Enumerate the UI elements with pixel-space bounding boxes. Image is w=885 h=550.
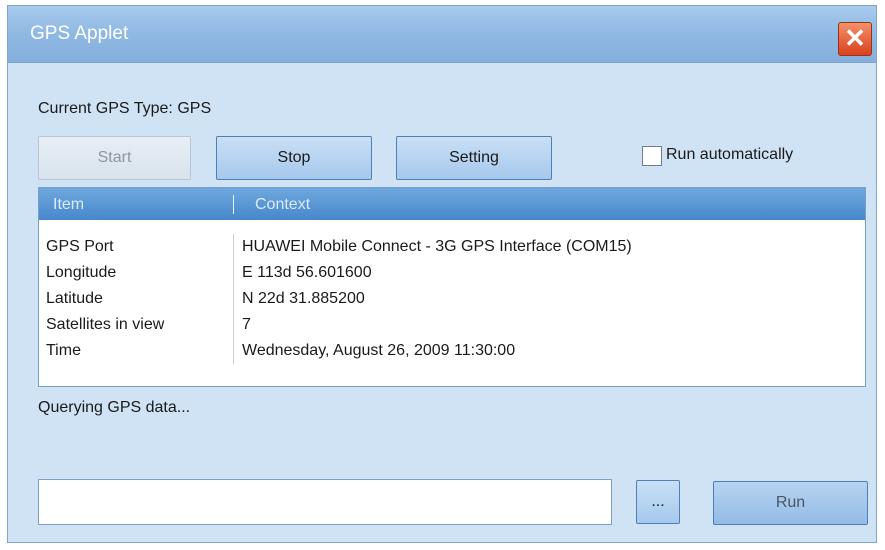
column-header-item[interactable]: Item [53, 196, 84, 214]
table-row[interactable]: Longitude E 113d 56.601600 [39, 260, 865, 286]
browse-button[interactable]: ... [636, 480, 680, 524]
command-input[interactable] [38, 479, 612, 525]
title-bar[interactable]: GPS Applet ✕ [8, 6, 876, 63]
row-context: HUAWEI Mobile Connect - 3G GPS Interface… [242, 238, 632, 255]
table-row[interactable]: Latitude N 22d 31.885200 [39, 286, 865, 312]
gps-info-list[interactable]: Item Context GPS Port HUAWEI Mobile Conn… [38, 187, 866, 387]
table-row[interactable]: GPS Port HUAWEI Mobile Connect - 3G GPS … [39, 234, 865, 260]
table-row[interactable]: Satellites in view 7 [39, 312, 865, 338]
setting-button[interactable]: Setting [396, 136, 552, 180]
checkbox-box[interactable] [642, 146, 662, 166]
stop-button[interactable]: Stop [216, 136, 372, 180]
current-gps-type-label: Current GPS Type: GPS [38, 100, 212, 117]
row-item: GPS Port [39, 234, 234, 260]
row-item: Latitude [39, 286, 234, 312]
row-context: E 113d 56.601600 [242, 264, 372, 281]
column-header-context[interactable]: Context [255, 196, 310, 214]
gps-applet-window: GPS Applet ✕ Current GPS Type: GPS Start… [7, 5, 877, 543]
close-icon[interactable]: ✕ [838, 22, 872, 56]
row-item: Satellites in view [39, 312, 234, 338]
column-divider[interactable] [233, 195, 234, 214]
run-automatically-label: Run automatically [666, 146, 794, 163]
row-context: 7 [242, 316, 251, 333]
row-context: Wednesday, August 26, 2009 11:30:00 [242, 342, 516, 359]
table-row[interactable]: Time Wednesday, August 26, 2009 11:30:00 [39, 338, 865, 364]
row-item: Longitude [39, 260, 234, 286]
row-context: N 22d 31.885200 [242, 290, 365, 307]
list-header: Item Context [39, 188, 865, 220]
row-item: Time [39, 338, 234, 364]
window-title: GPS Applet [30, 23, 129, 44]
run-button[interactable]: Run [713, 481, 868, 525]
start-button[interactable]: Start [38, 136, 191, 180]
status-text: Querying GPS data... [38, 399, 191, 416]
